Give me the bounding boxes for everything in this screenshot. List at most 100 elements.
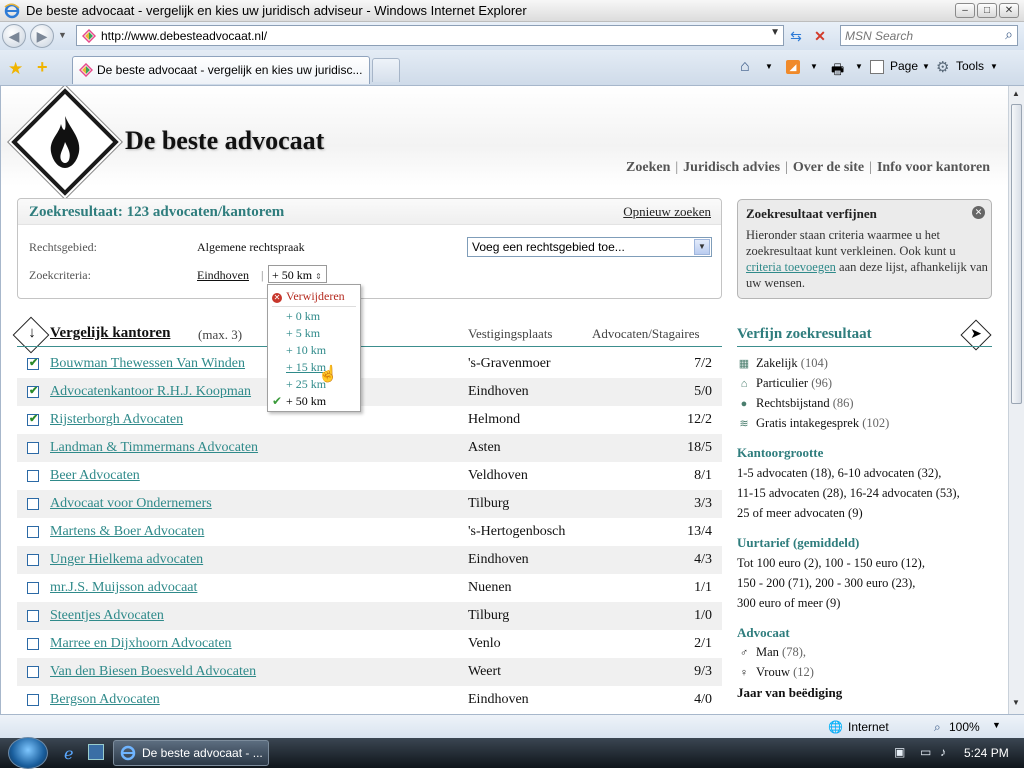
distance-option-5[interactable]: + 5 km <box>286 326 320 341</box>
nav-over-de-site[interactable]: Over de site <box>793 160 864 175</box>
minimize-button[interactable]: – <box>955 3 975 18</box>
compare-checkbox[interactable] <box>27 384 39 398</box>
facet-particulier[interactable]: ⌂ Particulier (96) <box>737 376 832 391</box>
firm-name-link[interactable]: Bouwman Thewessen Van Winden <box>50 356 245 372</box>
scrollbar-thumb[interactable] <box>1011 104 1022 404</box>
compare-checkbox[interactable] <box>27 470 39 482</box>
tab-active[interactable]: De beste advocaat - vergelijk en kies uw… <box>72 56 370 84</box>
close-window-button[interactable]: ✕ <box>999 3 1019 18</box>
taskbar-ie-window[interactable]: De beste advocaat - ... <box>113 740 269 766</box>
distance-option-0[interactable]: + 0 km <box>286 309 320 324</box>
firm-name-link[interactable]: mr.J.S. Muijsson advocaat <box>50 580 197 596</box>
nav-zoeken[interactable]: Zoeken <box>626 160 670 175</box>
forward-button[interactable]: ▶ <box>30 24 54 48</box>
size-options-line[interactable]: 25 of meer advocaten (9) <box>737 506 863 521</box>
search-icon[interactable]: ⌕ <box>1005 26 1013 43</box>
firm-count: 1/1 <box>694 580 712 595</box>
compare-firms-link[interactable]: Vergelijk kantoren <box>50 325 170 342</box>
compare-checkbox[interactable] <box>27 356 39 370</box>
firm-name-link[interactable]: Van den Biesen Boesveld Advocaten <box>50 664 256 680</box>
facet-man[interactable]: ♂ Man (78), <box>737 645 806 660</box>
vertical-scrollbar[interactable]: ▲ ▼ <box>1008 86 1024 714</box>
criteria-city-link[interactable]: Eindhoven <box>197 268 249 283</box>
nav-juridisch-advies[interactable]: Juridisch advies <box>683 160 780 175</box>
size-options-line[interactable]: 11-15 advocaten (28), 16-24 advocaten (5… <box>737 486 960 501</box>
page-menu[interactable]: Page <box>890 59 918 73</box>
maximize-button[interactable]: □ <box>977 3 997 18</box>
facet-zakelijk[interactable]: ▦ Zakelijk (104) <box>737 356 828 371</box>
nav-info-voor-kantoren[interactable]: Info voor kantoren <box>877 160 990 175</box>
add-criteria-link[interactable]: criteria toevoegen <box>746 260 836 274</box>
feed-dropdown-icon[interactable]: ▼ <box>810 62 818 71</box>
ie-quicklaunch-icon[interactable]: ℯ <box>64 744 73 764</box>
firm-name-link[interactable]: Martens & Boer Advocaten <box>50 524 204 540</box>
print-icon[interactable]: 🖶 <box>831 59 844 83</box>
rate-options-line[interactable]: Tot 100 euro (2), 100 - 150 euro (12), <box>737 556 925 571</box>
firm-name-link[interactable]: Steentjes Advocaten <box>50 608 164 624</box>
add-rechtsgebied-select[interactable]: Voeg een rechtsgebied toe... ▼ <box>467 237 712 257</box>
table-row: Rijsterborgh Advocaten Helmond 12/2 <box>17 406 722 434</box>
scroll-down-icon[interactable]: ▼ <box>1012 698 1020 707</box>
add-favorites-icon[interactable]: + <box>37 57 48 78</box>
results-header: Zoekresultaat: 123 advocaten/kantorem Op… <box>18 199 721 225</box>
show-desktop-icon[interactable] <box>88 744 104 760</box>
firm-city: Venlo <box>468 636 501 651</box>
scroll-up-icon[interactable]: ▲ <box>1012 89 1020 98</box>
home-icon[interactable]: ⌂ <box>740 58 750 76</box>
size-options-line[interactable]: 1-5 advocaten (18), 6-10 advocaten (32), <box>737 466 941 481</box>
firm-name-link[interactable]: Advocatenkantoor R.H.J. Koopman <box>50 384 251 400</box>
firm-name-link[interactable]: Landman & Timmermans Advocaten <box>50 440 258 456</box>
start-button[interactable] <box>8 737 48 769</box>
monitor-icon[interactable]: ▭ <box>920 745 931 759</box>
rss-feed-icon[interactable]: ◢ <box>786 60 800 74</box>
page-dropdown-icon[interactable]: ▼ <box>922 62 930 71</box>
compare-checkbox[interactable] <box>27 666 39 678</box>
print-dropdown-icon[interactable]: ▼ <box>855 62 863 71</box>
rate-options-line[interactable]: 300 euro of meer (9) <box>737 596 840 611</box>
new-tab-button[interactable] <box>372 58 400 82</box>
back-button[interactable]: ◀ <box>2 24 26 48</box>
network-icon[interactable]: ▣ <box>894 745 905 759</box>
firm-count: 2/1 <box>694 636 712 651</box>
rate-options-line[interactable]: 150 - 200 (71), 200 - 300 euro (23), <box>737 576 915 591</box>
address-field[interactable]: http://www.debesteadvocaat.nl/ ▼ <box>76 25 784 46</box>
firm-name-link[interactable]: Rijsterborgh Advocaten <box>50 412 183 428</box>
reset-search-link[interactable]: Opnieuw zoeken <box>623 204 711 220</box>
distance-option-10[interactable]: + 10 km <box>286 343 326 358</box>
history-dropdown-icon[interactable]: ▼ <box>58 30 67 40</box>
compare-checkbox[interactable] <box>27 526 39 538</box>
zoom-level[interactable]: 100% <box>949 720 980 734</box>
compare-checkbox[interactable] <box>27 610 39 622</box>
compare-checkbox[interactable] <box>27 694 39 706</box>
tools-dropdown-icon[interactable]: ▼ <box>990 62 998 71</box>
facet-vrouw[interactable]: ♀ Vrouw (12) <box>737 665 814 680</box>
tools-menu[interactable]: Tools <box>956 59 984 73</box>
distance-select[interactable]: + 50 km ⇕ <box>268 265 327 283</box>
compare-checkbox[interactable] <box>27 582 39 594</box>
facet-gratis-intake[interactable]: ≋ Gratis intakegesprek (102) <box>737 416 889 431</box>
search-box[interactable]: ⌕ <box>840 25 1018 46</box>
firm-name-link[interactable]: Advocaat voor Ondernemers <box>50 496 212 512</box>
stop-icon[interactable]: ✕ <box>810 26 830 46</box>
search-input[interactable] <box>845 28 985 43</box>
refresh-icon[interactable]: ⇆ <box>786 26 806 46</box>
firm-count: 18/5 <box>687 440 712 455</box>
firm-name-link[interactable]: Beer Advocaten <box>50 468 140 484</box>
address-dropdown-icon[interactable]: ▼ <box>770 27 780 38</box>
compare-checkbox[interactable] <box>27 554 39 566</box>
remove-criterion-option[interactable]: ✕ Verwijderen <box>272 289 345 304</box>
compare-checkbox[interactable] <box>27 442 39 454</box>
firm-name-link[interactable]: Marree en Dijxhoorn Advocaten <box>50 636 232 652</box>
compare-checkbox[interactable] <box>27 412 39 426</box>
compare-checkbox[interactable] <box>27 638 39 650</box>
firm-name-link[interactable]: Unger Hielkema advocaten <box>50 552 203 568</box>
facet-rechtsbijstand[interactable]: ● Rechtsbijstand (86) <box>737 396 854 411</box>
compare-checkbox[interactable] <box>27 498 39 510</box>
home-dropdown-icon[interactable]: ▼ <box>765 62 773 71</box>
close-icon[interactable]: ✕ <box>972 206 985 219</box>
distance-option-50-selected[interactable]: + 50 km <box>286 394 326 409</box>
volume-icon[interactable]: ♪ <box>940 745 946 759</box>
firm-name-link[interactable]: Bergson Advocaten <box>50 692 160 708</box>
zoom-dropdown-icon[interactable]: ▼ <box>992 720 1001 730</box>
favorites-star-icon[interactable]: ★ <box>8 59 23 79</box>
